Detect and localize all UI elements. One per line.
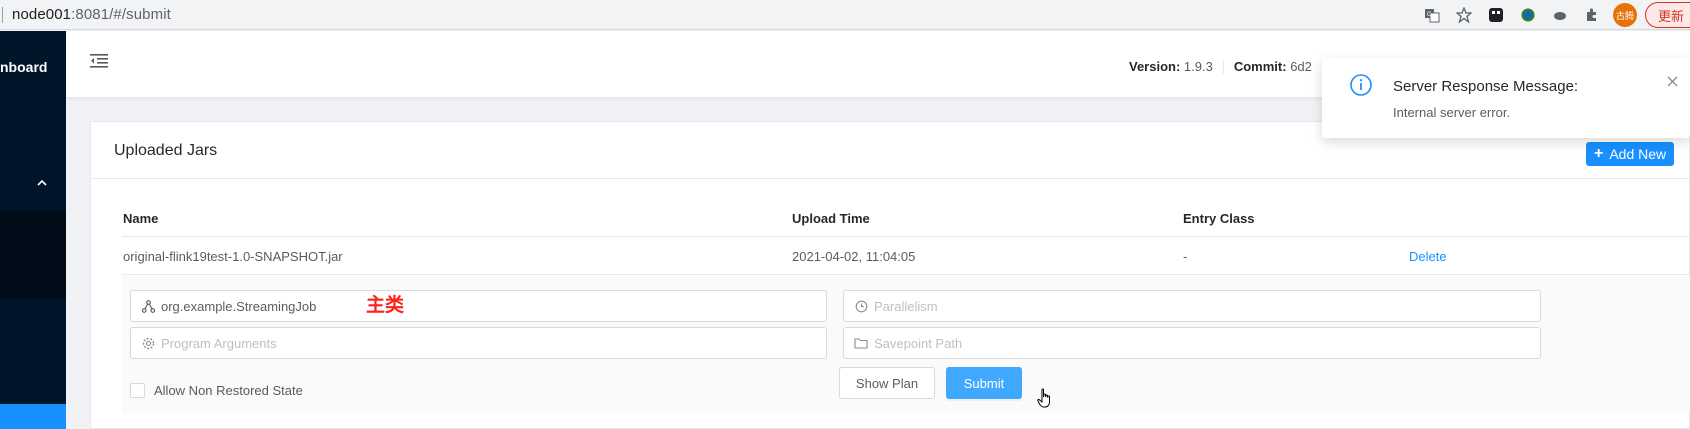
jar-name[interactable]: original-flink19test-1.0-SNAPSHOT.jar [123, 249, 343, 264]
url-host: node001 [12, 6, 72, 23]
translate-icon[interactable]: G [1421, 4, 1443, 26]
notification-description: Internal server error. [1393, 105, 1511, 120]
address-bar[interactable]: node001:8081/#/submit [12, 6, 171, 23]
program-arguments-input[interactable] [161, 335, 778, 351]
parallelism-field[interactable] [843, 290, 1541, 322]
allow-non-restored-checkbox[interactable] [130, 383, 145, 398]
card-title: Uploaded Jars [114, 142, 218, 159]
sidebar-title[interactable]: nboard [0, 59, 47, 75]
browser-icons: G 古腾 更新 [1421, 0, 1690, 30]
browser-toolbar: node001:8081/#/submit G 古腾 更新 [0, 0, 1690, 30]
show-plan-button[interactable]: Show Plan [839, 367, 935, 399]
hand-cursor-icon [1037, 388, 1053, 413]
gear-icon [141, 336, 155, 350]
version-label: Version: [1129, 59, 1181, 74]
close-icon[interactable] [1667, 74, 1678, 92]
info-circle-icon [1350, 74, 1372, 101]
entry-class-annotation: 主类 [366, 295, 405, 316]
bookmark-star-icon[interactable] [1453, 4, 1475, 26]
version-divider [1222, 59, 1224, 74]
url-path: :8081/#/submit [71, 6, 171, 23]
savepoint-path-input[interactable] [874, 335, 1492, 351]
table-header-row: Name Upload Time Entry Class [122, 199, 1690, 237]
add-new-button[interactable]: + Add New [1586, 142, 1675, 166]
folder-icon [854, 336, 868, 350]
extension-cloud-icon[interactable] [1549, 4, 1571, 26]
svg-text:G: G [1427, 12, 1432, 18]
version-info: Version: 1.9.3 Commit: 6d2 [1129, 59, 1312, 74]
entry-class-field[interactable] [130, 290, 827, 322]
jar-upload-time: 2021-04-02, 11:04:05 [792, 249, 916, 264]
delete-link[interactable]: Delete [1409, 249, 1447, 264]
extension-globe-icon[interactable] [1517, 4, 1539, 26]
table-row[interactable]: original-flink19test-1.0-SNAPSHOT.jar 20… [122, 237, 1690, 275]
menu-fold-icon[interactable] [90, 54, 108, 73]
submit-form: 主类 Allow Non Res [122, 276, 1690, 413]
sidebar-item-submit-active[interactable] [0, 404, 66, 429]
browser-update-button[interactable]: 更新 [1644, 2, 1690, 28]
sidebar: nboard [0, 31, 66, 429]
jar-entry-class: - [1183, 249, 1188, 264]
version-value: 1.9.3 [1183, 59, 1213, 74]
savepoint-path-field[interactable] [843, 327, 1541, 359]
extensions-puzzle-icon[interactable] [1581, 4, 1603, 26]
chevron-up-icon[interactable] [37, 176, 47, 190]
cluster-icon [141, 299, 155, 313]
uploaded-jars-card: Uploaded Jars + Add New Name Upload Time… [90, 121, 1690, 429]
parallelism-input[interactable] [874, 298, 1492, 314]
notification-title: Server Response Message: [1393, 78, 1579, 95]
extension-dark-icon[interactable] [1485, 4, 1507, 26]
submit-button[interactable]: Submit [946, 367, 1022, 399]
allow-non-restored-option[interactable]: Allow Non Restored State [130, 383, 303, 398]
history-icon [854, 299, 868, 313]
jars-table: Name Upload Time Entry Class original-fl… [122, 199, 1690, 413]
program-arguments-field[interactable] [130, 327, 827, 359]
column-header-name[interactable]: Name [123, 211, 158, 226]
plus-icon: + [1594, 145, 1604, 162]
sidebar-submenu [0, 211, 66, 299]
column-header-upload-time[interactable]: Upload Time [792, 211, 870, 226]
profile-avatar[interactable]: 古腾 [1612, 3, 1637, 27]
allow-non-restored-label[interactable]: Allow Non Restored State [154, 383, 303, 398]
commit-value: 6d2 [1290, 59, 1312, 74]
commit-label: Commit: [1233, 59, 1287, 74]
add-new-label: Add New [1609, 146, 1667, 162]
column-header-entry-class[interactable]: Entry Class [1183, 211, 1255, 226]
entry-class-input[interactable] [161, 298, 778, 314]
server-response-notification: Server Response Message: Internal server… [1322, 58, 1690, 138]
address-bar-divider [2, 6, 3, 23]
